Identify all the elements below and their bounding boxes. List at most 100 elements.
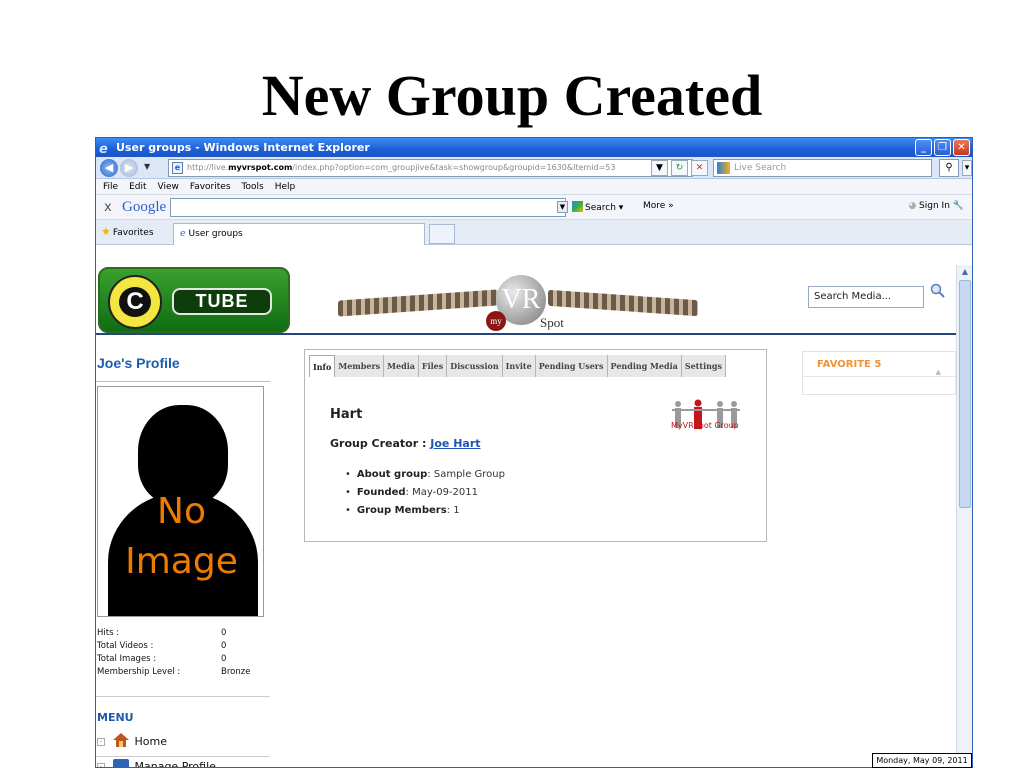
back-button[interactable]: ◀ <box>100 159 118 177</box>
stat-label: Total Videos : <box>97 641 154 651</box>
group-tabs: Info Members Media Files Discussion Invi… <box>309 355 727 377</box>
google-dropdown-icon[interactable]: ▼ <box>557 201 568 213</box>
tab-user-groups[interactable]: e User groups <box>173 223 425 245</box>
window-title: User groups - Windows Internet Explorer <box>116 141 370 154</box>
stat-row: Membership Level : Bronze <box>97 666 267 679</box>
film-reel-right <box>548 289 698 317</box>
menu-view[interactable]: View <box>158 179 179 194</box>
menu-tools[interactable]: Tools <box>242 179 264 194</box>
favorite-five-header[interactable]: FAVORITE 5 ▲ <box>803 352 955 377</box>
google-search-input[interactable] <box>170 198 566 217</box>
tab-pending-media[interactable]: Pending Media <box>607 355 682 377</box>
creator-label: Group Creator : <box>330 437 427 450</box>
menu-item-label: Home <box>134 735 167 748</box>
page-content: C TUBE VR my Spot Search Media... Joe's … <box>96 265 956 768</box>
no-image-line1: No <box>157 491 206 532</box>
google-more-button[interactable]: More » <box>643 201 674 211</box>
address-row: ◀ ▶ ▼ e http://live.myvrspot.com/index.p… <box>96 157 972 179</box>
ctube-logo[interactable]: C TUBE <box>98 267 290 333</box>
forward-button[interactable]: ▶ <box>120 159 138 177</box>
sign-in-icon: ◕ <box>908 201 917 211</box>
menu-item-manage-profile[interactable]: - Manage Profile <box>97 758 216 768</box>
detail-item: About group: Sample Group <box>345 466 505 484</box>
menu-item-home[interactable]: - Home <box>97 733 167 751</box>
menu-favorites[interactable]: Favorites <box>190 179 231 194</box>
stat-value: 0 <box>221 641 227 651</box>
menu-edit[interactable]: Edit <box>129 179 146 194</box>
creator-link[interactable]: Joe Hart <box>430 437 480 450</box>
detail-item: Group Members: 1 <box>345 502 505 520</box>
my-ball-logo: my <box>486 311 506 331</box>
site-header: C TUBE VR my Spot Search Media... <box>96 265 956 335</box>
google-close-icon[interactable]: x <box>104 200 112 215</box>
live-search-input[interactable]: Live Search <box>713 159 932 177</box>
stop-icon[interactable]: ✕ <box>691 160 708 176</box>
favorites-label: Favorites <box>112 228 154 238</box>
scroll-up-icon[interactable]: ▲ <box>959 266 971 278</box>
google-search-button[interactable]: Search ▾ <box>572 201 623 213</box>
google-logo: Google <box>122 199 167 215</box>
address-dropdown-icon[interactable]: ▼ <box>651 160 668 176</box>
group-creator: Group Creator : Joe Hart <box>330 437 481 450</box>
logo-letter: C <box>119 287 151 317</box>
search-options-icon[interactable]: ▾ <box>962 160 972 176</box>
google-sign-in[interactable]: ◕ Sign In 🔧 <box>908 201 964 211</box>
expand-icon[interactable]: - <box>97 738 105 746</box>
tab-pending-users[interactable]: Pending Users <box>535 355 608 377</box>
favorites-button[interactable]: ★ Favorites <box>101 225 154 238</box>
menu-bar: File Edit View Favorites Tools Help <box>96 179 972 195</box>
close-button[interactable]: ✕ <box>953 139 970 156</box>
scroll-thumb[interactable] <box>959 280 971 508</box>
stat-label: Hits : <box>97 628 120 638</box>
restore-button[interactable]: ❐ <box>934 139 951 156</box>
refresh-icon[interactable]: ↻ <box>671 160 688 176</box>
menu-file[interactable]: File <box>103 179 118 194</box>
detail-item: Founded: May-09-2011 <box>345 484 505 502</box>
favorite-five-box: FAVORITE 5 ▲ <box>802 351 956 395</box>
minimize-button[interactable]: _ <box>915 139 932 156</box>
group-details: About group: Sample Group Founded: May-0… <box>345 466 505 520</box>
wrench-icon[interactable]: 🔧 <box>953 201 964 211</box>
tab-label: User groups <box>188 229 243 239</box>
stat-label: Membership Level : <box>97 667 181 677</box>
group-logo-caption: MyVRSpot Group <box>671 421 739 430</box>
address-prefix: http://live. <box>187 163 229 172</box>
stat-label: Total Images : <box>97 654 157 664</box>
tab-invite[interactable]: Invite <box>502 355 536 377</box>
google-search-label: Search <box>585 203 616 213</box>
browser-window: e User groups - Windows Internet Explore… <box>95 137 973 768</box>
tab-discussion[interactable]: Discussion <box>447 355 503 377</box>
tab-info[interactable]: Info <box>309 355 336 377</box>
detail-value: 1 <box>453 505 460 516</box>
profile-photo: No Image <box>97 386 264 617</box>
clock-tooltip: Monday, May 09, 2011 <box>872 753 972 768</box>
new-tab-button[interactable] <box>429 224 455 244</box>
spot-word: Spot <box>540 315 564 330</box>
profile-stats: Hits :0 Total Videos :0 Total Images :0 … <box>97 627 267 679</box>
tab-members[interactable]: Members <box>335 355 385 377</box>
vertical-scrollbar[interactable]: ▲ <box>956 265 972 767</box>
tab-page-icon: e <box>180 229 186 239</box>
detail-label: About group <box>356 469 428 480</box>
stat-row: Total Images : 0 <box>97 653 267 666</box>
history-dropdown-icon[interactable]: ▼ <box>144 162 150 171</box>
menu-help[interactable]: Help <box>275 179 296 194</box>
sign-in-label: Sign In <box>919 201 950 211</box>
expand-icon[interactable]: - <box>97 763 105 767</box>
collapse-arrow-icon[interactable]: ▲ <box>936 360 941 385</box>
tabs-bar: ★ Favorites e User groups <box>96 220 972 245</box>
address-bar[interactable]: e http://live.myvrspot.com/index.php?opt… <box>168 159 693 177</box>
no-image-line2: Image <box>125 541 238 582</box>
search-media-input[interactable]: Search Media... <box>808 286 924 308</box>
search-go-icon[interactable]: ⚲ <box>939 159 959 177</box>
home-icon <box>112 733 129 747</box>
tab-files[interactable]: Files <box>418 355 448 377</box>
tab-settings[interactable]: Settings <box>681 355 727 377</box>
live-search-icon <box>717 162 730 174</box>
search-icon[interactable] <box>930 283 946 299</box>
title-bar: e User groups - Windows Internet Explore… <box>96 138 972 157</box>
group-name: Hart <box>330 407 363 422</box>
stat-row: Hits : 0 <box>97 627 267 640</box>
tab-media[interactable]: Media <box>384 355 419 377</box>
menu-item-label: Manage Profile <box>134 760 216 768</box>
